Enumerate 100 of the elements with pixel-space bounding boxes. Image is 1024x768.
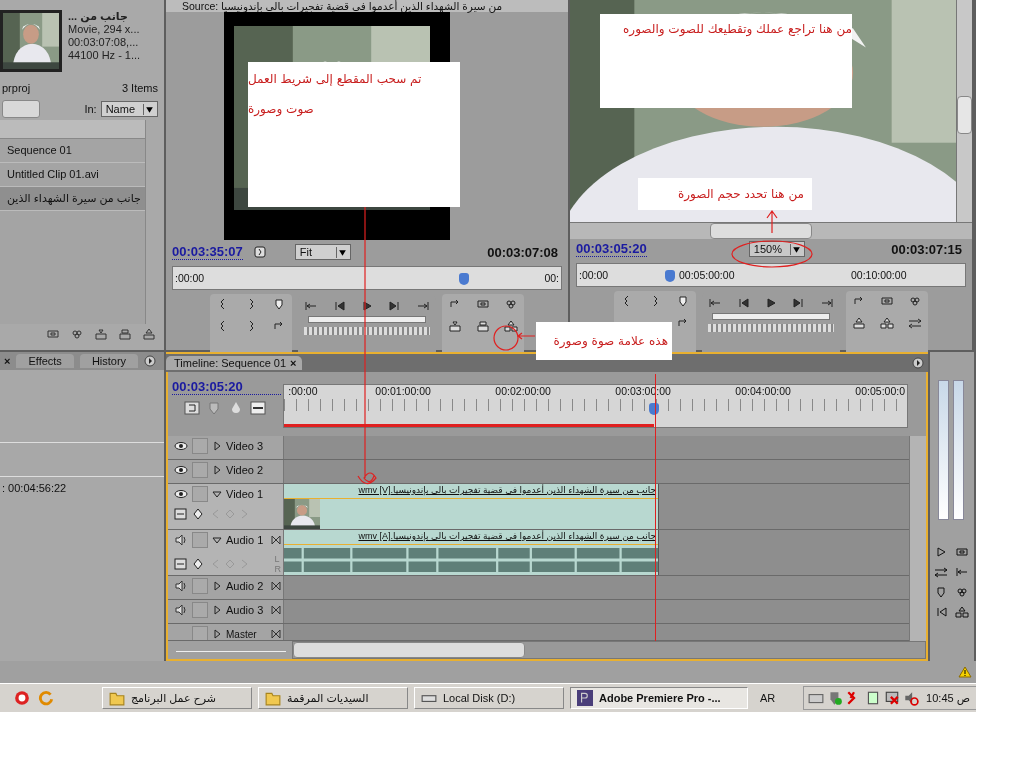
circles-icon[interactable] bbox=[908, 295, 922, 307]
lock-toggle[interactable] bbox=[192, 438, 208, 454]
playhead-marker[interactable] bbox=[459, 273, 469, 285]
track-height-icon[interactable] bbox=[250, 401, 266, 415]
step-back-icon[interactable] bbox=[736, 297, 750, 309]
shield-icon[interactable] bbox=[827, 690, 844, 707]
close-tab-button[interactable]: × bbox=[4, 355, 11, 367]
lift-icon[interactable] bbox=[852, 317, 866, 329]
vertical-scrollbar[interactable] bbox=[909, 436, 926, 642]
time-ruler[interactable]: :00:00 00: bbox=[172, 266, 562, 290]
step-forward-icon[interactable] bbox=[388, 300, 402, 312]
caret-icon[interactable] bbox=[789, 244, 802, 255]
frame-icon[interactable] bbox=[880, 295, 894, 307]
playhead-marker[interactable] bbox=[665, 270, 676, 282]
lift-icon[interactable] bbox=[142, 328, 156, 340]
insert-icon[interactable] bbox=[94, 328, 108, 340]
expand-triangle-icon[interactable] bbox=[212, 581, 222, 591]
step-back-tool-icon[interactable] bbox=[934, 606, 948, 618]
lock-toggle[interactable] bbox=[192, 578, 208, 594]
circles-icon[interactable] bbox=[70, 328, 84, 340]
step-forward-icon[interactable] bbox=[792, 297, 806, 309]
current-timecode[interactable]: 00:03:35:07 bbox=[172, 244, 243, 260]
expand-triangle-icon[interactable] bbox=[212, 441, 222, 451]
bracket-icon[interactable] bbox=[252, 246, 267, 258]
search-field[interactable] bbox=[2, 100, 40, 118]
taskbar-button[interactable]: شرح عمل البرنامج bbox=[102, 687, 252, 710]
extract-icon[interactable] bbox=[880, 317, 894, 329]
zoom-dropdown[interactable]: Fit bbox=[294, 244, 351, 260]
marker-tool-icon[interactable] bbox=[934, 586, 948, 598]
lock-toggle[interactable] bbox=[192, 486, 208, 502]
go-to-out-icon[interactable] bbox=[416, 300, 430, 312]
lock-toggle[interactable] bbox=[192, 532, 208, 548]
jog-wheel[interactable] bbox=[304, 327, 430, 335]
go-to-in-tool-icon[interactable] bbox=[955, 566, 969, 578]
frame-tool-icon[interactable] bbox=[955, 546, 969, 558]
panel-menu-icon[interactable] bbox=[912, 357, 924, 369]
lock-toggle[interactable] bbox=[192, 462, 208, 478]
go-to-in-icon[interactable] bbox=[304, 300, 318, 312]
name-dropdown[interactable]: Name bbox=[100, 101, 158, 117]
vertical-scrollbar[interactable] bbox=[956, 0, 972, 222]
marker-icon[interactable] bbox=[676, 295, 690, 307]
browser-icon[interactable] bbox=[14, 690, 30, 707]
shift-icon[interactable] bbox=[908, 317, 922, 329]
marker-icon[interactable] bbox=[272, 298, 286, 310]
expand-triangle-icon[interactable] bbox=[212, 629, 222, 639]
shift-tool-icon[interactable] bbox=[934, 566, 948, 578]
taskbar-button[interactable]: Local Disk (D:) bbox=[414, 687, 564, 710]
current-timecode[interactable]: 00:03:05:20 bbox=[576, 241, 647, 257]
opacity-icon[interactable] bbox=[174, 508, 188, 520]
circles-icon[interactable] bbox=[504, 298, 518, 310]
frame-icon[interactable] bbox=[46, 328, 60, 340]
jog-wheel[interactable] bbox=[708, 324, 834, 332]
play-tool-icon[interactable] bbox=[934, 546, 948, 558]
overlay-icon[interactable] bbox=[118, 328, 132, 340]
eye-icon[interactable] bbox=[174, 440, 188, 452]
panel-menu-icon[interactable] bbox=[144, 355, 157, 367]
language-indicator[interactable]: AR bbox=[760, 692, 776, 705]
project-item[interactable]: Sequence 01 bbox=[0, 139, 145, 163]
network-icon[interactable] bbox=[884, 690, 901, 707]
lock-toggle[interactable] bbox=[192, 626, 208, 640]
eye-icon[interactable] bbox=[174, 464, 188, 476]
circles-tool-icon[interactable] bbox=[955, 586, 969, 598]
speaker-icon[interactable] bbox=[174, 580, 188, 592]
marker-icon[interactable] bbox=[206, 401, 222, 415]
audio-clip[interactable]: جانب من سيرة الشهداء الذين أعدموا في قضية تفجيرات بالي بإندونيسيا.wmv [A] bbox=[284, 530, 659, 575]
step-back-icon[interactable] bbox=[332, 300, 346, 312]
warning-icon[interactable] bbox=[958, 666, 972, 679]
extract-tool-icon[interactable] bbox=[955, 606, 969, 618]
close-tab-button[interactable]: × bbox=[288, 357, 299, 369]
time-ruler[interactable]: :00:00 00:05:00:00 00:10:00:00 bbox=[576, 263, 966, 287]
horizontal-scrollbar[interactable] bbox=[570, 222, 972, 239]
expand-triangle-icon[interactable] bbox=[212, 605, 222, 615]
caret-icon[interactable] bbox=[143, 104, 155, 115]
sync-lock-icon[interactable] bbox=[271, 535, 281, 545]
play-icon[interactable] bbox=[360, 300, 374, 312]
sync-lock-icon[interactable] bbox=[271, 581, 281, 591]
overlay-icon[interactable] bbox=[476, 320, 490, 332]
expand-triangle-icon[interactable] bbox=[212, 489, 222, 499]
expand-triangle-icon[interactable] bbox=[212, 465, 222, 475]
go-to-out-icon[interactable] bbox=[820, 297, 834, 309]
snap-icon[interactable] bbox=[184, 401, 200, 415]
sequence-timecode[interactable]: 00:03:05:20 bbox=[172, 380, 282, 395]
sync-lock-icon[interactable] bbox=[271, 605, 281, 615]
frame-icon[interactable] bbox=[476, 298, 490, 310]
speaker-icon[interactable] bbox=[174, 604, 188, 616]
taskbar-button[interactable]: السيديات المرقمة bbox=[258, 687, 408, 710]
waveform-icon[interactable] bbox=[174, 558, 188, 570]
lock-toggle[interactable] bbox=[192, 602, 208, 618]
extract-icon[interactable] bbox=[504, 320, 518, 332]
project-item[interactable]: جانب من سيرة الشهداء الذين bbox=[0, 187, 145, 211]
muted-speaker-icon[interactable] bbox=[903, 690, 920, 707]
video-clip[interactable]: جانب من سيرة الشهداء الذين أعدموا في قضية تفجيرات بالي بإندونيسيا.wmv [V] bbox=[284, 484, 659, 529]
panel-tab[interactable]: History bbox=[79, 354, 139, 368]
play-icon[interactable] bbox=[764, 297, 778, 309]
eye-icon[interactable] bbox=[174, 488, 188, 500]
sync-lock-icon[interactable] bbox=[271, 629, 281, 639]
horizontal-scrollbar[interactable] bbox=[292, 641, 926, 660]
panel-tab[interactable]: Effects bbox=[16, 354, 74, 368]
speaker-icon[interactable] bbox=[174, 534, 188, 546]
go-to-in-icon[interactable] bbox=[708, 297, 722, 309]
